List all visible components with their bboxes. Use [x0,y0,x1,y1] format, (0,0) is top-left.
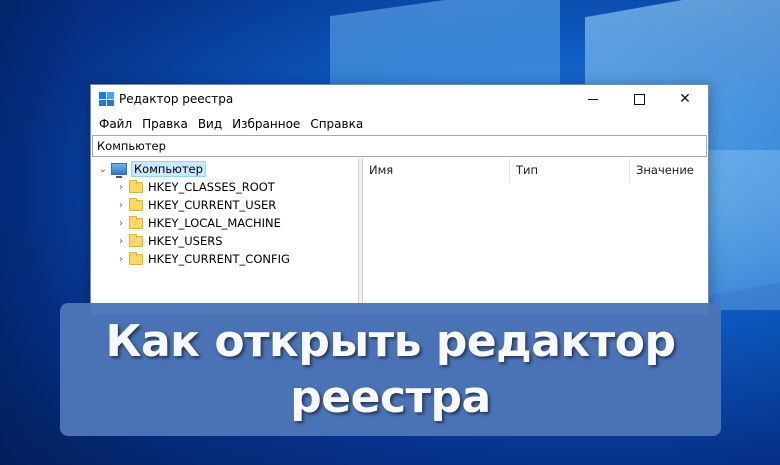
menu-bar: Файл Правка Вид Избранное Справка [91,113,708,135]
chevron-right-icon[interactable]: › [115,218,127,229]
folder-icon [129,179,143,193]
regedit-icon [99,92,114,106]
folder-icon [129,215,143,229]
banner-title-line-2: реестра [290,371,491,423]
tree-item-label: HKEY_CURRENT_CONFIG [148,252,290,266]
folder-icon [129,233,143,247]
tree-item-hkcc[interactable]: › HKEY_CURRENT_CONFIG [91,250,358,268]
tree-item-label: Компьютер [131,161,206,177]
tree-pane: ⌄ Компьютер › HKEY_CLASSES_ROOT › HKEY_C… [91,158,359,314]
window-title: Редактор реестра [119,92,234,106]
menu-favorites[interactable]: Избранное [230,117,306,131]
folder-icon [129,197,143,211]
menu-file[interactable]: Файл [97,117,138,131]
chevron-down-icon[interactable]: ⌄ [97,164,109,175]
banner-title-line-1: Как открыть редактор [105,315,676,367]
tree-item-hkcr[interactable]: › HKEY_CLASSES_ROOT [91,178,358,196]
registry-editor-window: Редактор реестра ✕ Файл Правка Вид Избра… [90,84,709,315]
chevron-right-icon[interactable]: › [115,236,127,247]
menu-view[interactable]: Вид [196,117,228,131]
title-banner: Как открыть редактор реестра [60,303,721,436]
menu-edit[interactable]: Правка [140,117,194,131]
chevron-right-icon[interactable]: › [115,182,127,193]
tree-item-label: HKEY_USERS [148,234,223,248]
title-bar[interactable]: Редактор реестра ✕ [91,85,708,113]
tree-item-hkcu[interactable]: › HKEY_CURRENT_USER [91,196,358,214]
chevron-right-icon[interactable]: › [115,254,127,265]
tree-item-label: HKEY_CURRENT_USER [148,198,277,212]
column-header-name[interactable]: Имя [363,158,510,182]
column-header-value[interactable]: Значение [630,158,708,182]
tree-item-hku[interactable]: › HKEY_USERS [91,232,358,250]
chevron-right-icon[interactable]: › [115,200,127,211]
menu-help[interactable]: Справка [308,117,369,131]
close-button[interactable]: ✕ [662,85,708,113]
list-header: Имя Тип Значение [363,158,708,182]
panes: ⌄ Компьютер › HKEY_CLASSES_ROOT › HKEY_C… [91,158,708,314]
computer-icon [111,163,127,178]
maximize-button[interactable] [616,85,662,113]
column-header-type[interactable]: Тип [510,158,630,182]
tree-item-label: HKEY_CLASSES_ROOT [148,180,275,194]
tree-item-hklm[interactable]: › HKEY_LOCAL_MACHINE [91,214,358,232]
tree-item-label: HKEY_LOCAL_MACHINE [148,216,281,230]
folder-icon [129,251,143,265]
tree-item-computer[interactable]: ⌄ Компьютер [91,160,358,178]
values-pane[interactable]: Имя Тип Значение [363,158,708,314]
minimize-button[interactable] [570,85,616,113]
address-bar[interactable]: Компьютер [92,135,707,157]
